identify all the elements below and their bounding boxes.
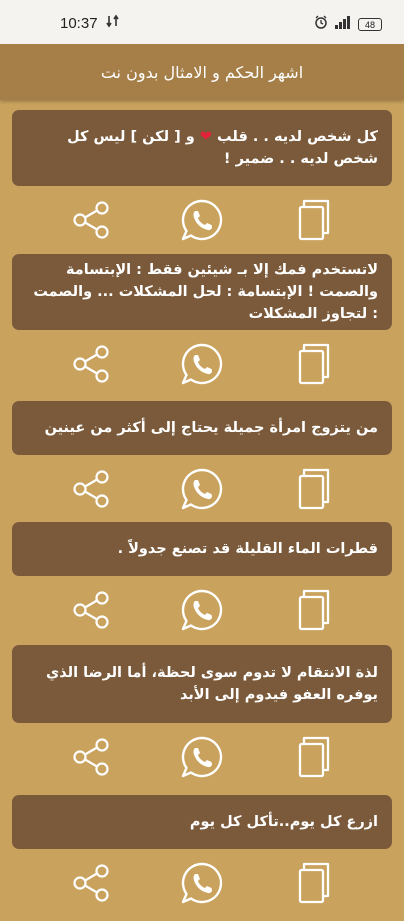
quote-text: لذة الانتقام لا تدوم سوى لحظة، أما الرضا…	[46, 665, 378, 703]
quote-text-box[interactable]: ازرع كل يوم..تأكل كل يوم	[12, 795, 392, 849]
signal-icon	[334, 15, 352, 33]
whatsapp-icon	[180, 467, 224, 515]
status-icons: 48	[314, 15, 382, 33]
share-icon	[71, 590, 111, 634]
whatsapp-icon	[180, 735, 224, 783]
quote-actions	[12, 330, 392, 402]
share-icon	[71, 344, 111, 388]
copy-icon	[297, 342, 333, 390]
quote-card: قطرات الماء القليلة قد تصنع جدولاً .	[12, 522, 392, 648]
whatsapp-icon	[180, 588, 224, 636]
quote-actions	[12, 849, 392, 921]
quote-text: قطرات الماء القليلة قد تصنع جدولاً .	[117, 541, 378, 557]
quote-actions	[12, 186, 392, 258]
status-time: 10:37	[60, 15, 98, 32]
quote-text-box[interactable]: كل شخص لديه . . قلب ❤ و [ لكن ] ليس كل ش…	[12, 110, 392, 186]
quote-text: ازرع كل يوم..تأكل كل يوم	[189, 814, 378, 830]
copy-icon	[297, 588, 333, 636]
quote-card: من يتزوج امرأة جميلة يحتاج إلى أكثر من ع…	[12, 401, 392, 527]
copy-button[interactable]	[293, 342, 337, 390]
app-bar: اشهر الحكم و الامثال بدون نت	[0, 44, 404, 100]
quote-actions	[12, 723, 392, 795]
share-button[interactable]	[69, 737, 113, 781]
copy-button[interactable]	[293, 588, 337, 636]
quote-text-box[interactable]: لذة الانتقام لا تدوم سوى لحظة، أما الرضا…	[12, 645, 392, 723]
copy-button[interactable]	[293, 735, 337, 783]
whatsapp-button[interactable]	[180, 588, 224, 636]
share-button[interactable]	[69, 590, 113, 634]
copy-button[interactable]	[293, 861, 337, 909]
copy-button[interactable]	[293, 467, 337, 515]
whatsapp-button[interactable]	[180, 467, 224, 515]
quote-text-box[interactable]: قطرات الماء القليلة قد تصنع جدولاً .	[12, 522, 392, 576]
whatsapp-button[interactable]	[180, 342, 224, 390]
share-icon	[71, 200, 111, 244]
whatsapp-icon	[180, 198, 224, 246]
share-icon	[71, 863, 111, 907]
whatsapp-icon	[180, 342, 224, 390]
quote-card: لذة الانتقام لا تدوم سوى لحظة، أما الرضا…	[12, 645, 392, 795]
quote-text: من يتزوج امرأة جميلة يحتاج إلى أكثر من ع…	[44, 420, 378, 436]
whatsapp-button[interactable]	[180, 861, 224, 909]
heart-icon: ❤	[199, 129, 212, 145]
copy-icon	[297, 198, 333, 246]
share-icon	[71, 737, 111, 781]
quote-text-box[interactable]: من يتزوج امرأة جميلة يحتاج إلى أكثر من ع…	[12, 401, 392, 455]
whatsapp-button[interactable]	[180, 735, 224, 783]
whatsapp-icon	[180, 861, 224, 909]
quote-card: لاتستخدم فمك إلا بـ شيئين فقط : الإبتسام…	[12, 254, 392, 402]
quote-text: كل شخص لديه . . قلب ❤ و [ لكن ] ليس كل ش…	[67, 129, 378, 167]
copy-icon	[297, 467, 333, 515]
status-bar: 10:37 48	[0, 0, 404, 44]
network-transfer-icon	[106, 14, 120, 32]
copy-icon	[297, 735, 333, 783]
battery-icon: 48	[358, 17, 382, 31]
share-button[interactable]	[69, 863, 113, 907]
share-button[interactable]	[69, 469, 113, 513]
quote-actions	[12, 576, 392, 648]
copy-button[interactable]	[293, 198, 337, 246]
whatsapp-button[interactable]	[180, 198, 224, 246]
alarm-icon	[314, 15, 328, 33]
quote-text-box[interactable]: لاتستخدم فمك إلا بـ شيئين فقط : الإبتسام…	[12, 254, 392, 330]
quote-card: كل شخص لديه . . قلب ❤ و [ لكن ] ليس كل ش…	[12, 110, 392, 258]
quote-actions	[12, 455, 392, 527]
share-button[interactable]	[69, 200, 113, 244]
share-icon	[71, 469, 111, 513]
copy-icon	[297, 861, 333, 909]
quote-text: لاتستخدم فمك إلا بـ شيئين فقط : الإبتسام…	[33, 262, 378, 322]
share-button[interactable]	[69, 344, 113, 388]
app-title: اشهر الحكم و الامثال بدون نت	[100, 62, 304, 82]
quote-card: ازرع كل يوم..تأكل كل يوم	[12, 795, 392, 921]
